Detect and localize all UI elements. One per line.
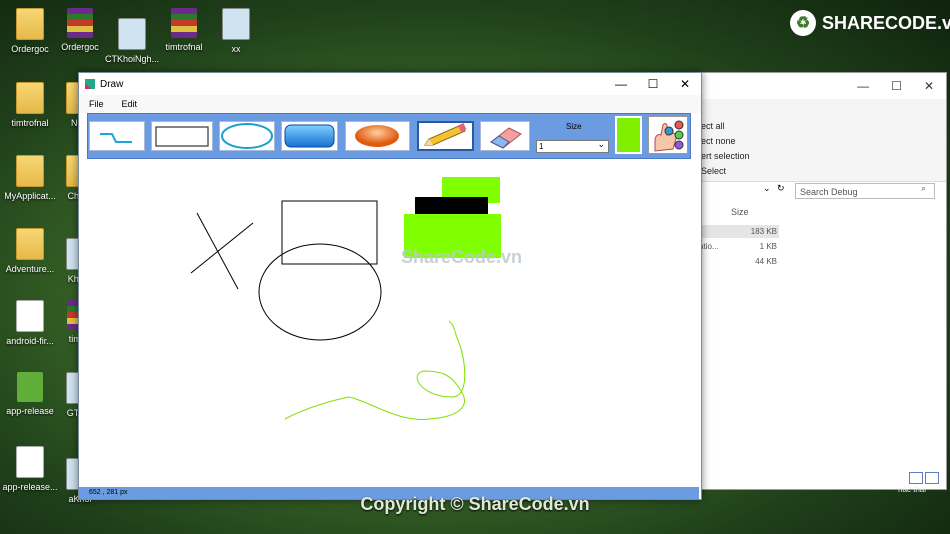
size-label: Size — [566, 122, 582, 131]
ribbon-invert-selection[interactable]: ert selection — [697, 149, 946, 164]
minimize-icon[interactable]: — — [857, 79, 869, 93]
desktop-icon-label: timtrofnal — [165, 42, 203, 52]
rounded-rect-tool-icon — [284, 124, 335, 148]
menu-edit[interactable]: Edit — [122, 99, 138, 109]
address-dropdown-icon[interactable]: ⌄ — [763, 183, 771, 194]
file-row[interactable]: 183 KB — [697, 225, 779, 238]
ribbon-select-all[interactable]: ect all — [697, 119, 946, 134]
filled-ellipse-tool-icon — [355, 125, 399, 147]
ellipse-tool-button[interactable] — [219, 121, 275, 151]
list-view-icon[interactable] — [925, 472, 939, 484]
column-size[interactable]: Size — [731, 207, 749, 217]
eraser-tool-button[interactable] — [480, 121, 530, 151]
ellipse-tool-icon — [221, 123, 273, 149]
minimize-button[interactable]: — — [605, 77, 637, 91]
desktop-icon[interactable]: CTKhoiNgh... — [102, 18, 162, 64]
sharecode-logo-icon: ♻ — [790, 10, 816, 36]
desktop-icon[interactable]: Ordergoc — [50, 8, 110, 52]
explorer-titlebar: — ☐ ✕ — [697, 73, 946, 99]
explorer-side-text: nac thai — [898, 485, 927, 494]
rar-icon — [171, 8, 197, 38]
file-explorer-window[interactable]: — ☐ ✕ ect all ect none ert selection Sel… — [696, 72, 947, 490]
draw-window[interactable]: Draw — ☐ ✕ File Edit Size 1 ⌄ ShareCode.… — [78, 72, 702, 500]
search-input[interactable]: Search Debug — [795, 183, 935, 199]
folder-icon — [16, 228, 44, 260]
size-dropdown[interactable]: 1 — [536, 139, 609, 153]
rounded-rect-tool-button[interactable] — [281, 121, 338, 151]
drawn-filled-rect — [415, 197, 488, 215]
desktop-icon-label: Ordergoc — [61, 42, 99, 52]
thumb-icon — [222, 8, 250, 40]
window-title: Draw — [100, 78, 124, 90]
logo-text: SHARECODE.vn — [822, 12, 950, 33]
close-button[interactable]: ✕ — [669, 77, 701, 91]
line-tool-icon — [100, 133, 132, 143]
eraser-icon — [490, 127, 522, 149]
drawn-ellipse — [258, 243, 382, 341]
line-tool-button[interactable] — [89, 121, 145, 151]
explorer-ribbon: ect all ect none ert selection Select — [697, 99, 946, 182]
folder-icon — [16, 82, 44, 114]
ribbon-select-group: Select — [701, 166, 727, 176]
rar-icon — [67, 8, 93, 38]
pencil-tool-button[interactable] — [417, 121, 474, 151]
tool-strip: Size 1 — [87, 113, 691, 159]
details-view-icon[interactable] — [909, 472, 923, 484]
rectangle-tool-button[interactable] — [151, 121, 213, 151]
copyright-text: Copyright © ShareCode.vn — [360, 494, 590, 514]
maximize-button[interactable]: ☐ — [637, 77, 669, 91]
doc-icon — [16, 300, 44, 332]
filled-ellipse-tool-button[interactable] — [345, 121, 410, 151]
file-size: 183 KB — [750, 227, 777, 236]
drawn-freehand-stroke — [284, 320, 466, 420]
drawing-canvas[interactable]: ShareCode.vn — [79, 161, 699, 487]
close-icon[interactable]: ✕ — [924, 79, 934, 93]
desktop-icon[interactable]: timtrofnal — [154, 8, 214, 52]
view-toggle[interactable] — [909, 472, 939, 484]
menu-file[interactable]: File — [89, 99, 104, 109]
maximize-icon[interactable]: ☐ — [891, 79, 902, 93]
color-picker-swatch[interactable] — [615, 116, 642, 154]
desktop-icon-label: CTKhoiNgh... — [104, 54, 160, 64]
desktop-icon-label: xx — [231, 44, 241, 54]
folder-icon — [16, 8, 44, 40]
desktop-icon[interactable]: xx — [206, 8, 266, 54]
file-row[interactable]: atio... 1 KB — [697, 240, 779, 253]
ribbon-select-none[interactable]: ect none — [697, 134, 946, 149]
menu-bar: File Edit — [79, 95, 701, 113]
apk-icon — [17, 372, 43, 402]
refresh-icon[interactable]: ↻ — [777, 183, 785, 194]
file-row[interactable]: 44 KB — [697, 255, 779, 268]
explorer-address-row: ⌄ ↻ Search Debug ⌕ — [697, 181, 946, 201]
drawn-rectangle — [281, 200, 378, 265]
file-size: 1 KB — [759, 242, 777, 251]
doc-icon — [16, 446, 44, 478]
thumb-icon — [118, 18, 146, 50]
drawn-line — [190, 222, 254, 274]
rectangle-tool-icon — [155, 126, 209, 147]
search-icon[interactable]: ⌕ — [921, 183, 926, 194]
file-size: 44 KB — [755, 257, 777, 266]
pencil-icon — [424, 123, 467, 146]
watermark-text: ShareCode.vn — [401, 247, 522, 267]
palette-hand-icon — [654, 120, 684, 152]
palette-button[interactable] — [648, 116, 688, 154]
folder-icon — [16, 155, 44, 187]
sharecode-logo: ♻ SHARECODE.vn — [790, 10, 950, 36]
app-icon — [85, 79, 95, 89]
window-titlebar: Draw — ☐ ✕ — [79, 73, 701, 95]
